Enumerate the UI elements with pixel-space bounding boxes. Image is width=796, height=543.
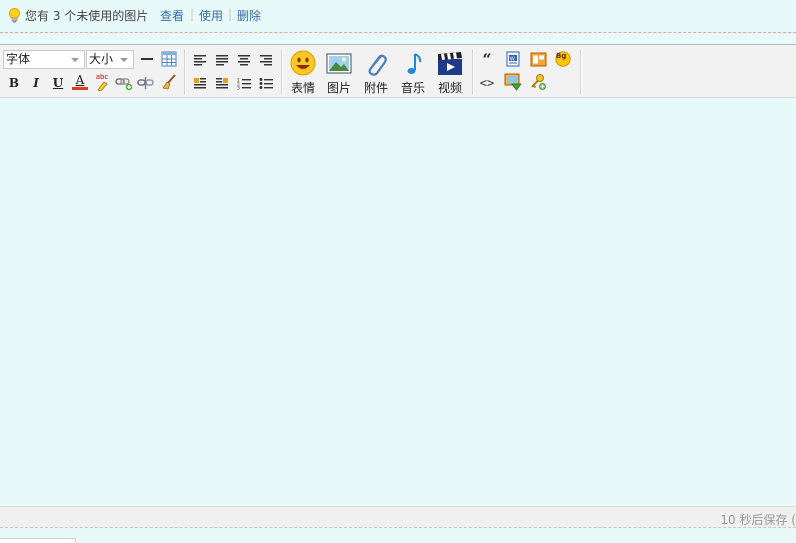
image-download-icon [504,73,522,91]
table-icon [161,51,177,67]
ordered-list-icon: 1 2 3 [237,77,251,90]
highlight-label: abc [95,73,109,81]
font-family-value: 字体 [6,52,31,66]
justify-button[interactable] [213,51,231,69]
clear-format-button[interactable] [160,73,178,91]
music-label: 音乐 [400,81,425,95]
emoji-button[interactable]: 表情 [286,50,320,96]
use-link[interactable]: 使用 [199,7,223,24]
toolbar-separator [281,49,283,95]
view-link[interactable]: 查看 [160,7,184,24]
float-left-button[interactable] [191,74,209,92]
smiley-icon [290,50,316,76]
chevron-down-icon [120,58,128,62]
font-color-button[interactable]: A [71,73,89,91]
insert-box-button[interactable] [529,50,547,68]
download-image-button[interactable] [504,73,522,91]
image-icon [326,53,352,74]
horizontal-rule-icon [141,58,153,60]
box-icon [530,52,546,66]
align-left-button[interactable] [191,51,209,69]
align-center-button[interactable] [235,51,253,69]
brush-icon [162,74,176,90]
video-button[interactable]: 视频 [433,50,467,96]
float-left-icon [194,78,206,89]
justify-icon [216,55,228,66]
unordered-list-icon [259,77,273,89]
ordered-list-button[interactable]: 1 2 3 [235,74,253,92]
editor-status-bar: 10 秒后保存 ( [0,506,796,528]
float-right-icon [216,78,228,89]
image-label: 图片 [326,81,351,95]
unlink-icon [137,77,154,89]
notice-message: 您有 3 个未使用的图片 [25,9,149,23]
highlight-button[interactable]: abc [93,73,111,91]
align-right-icon [260,55,272,66]
toolbar-separator [580,49,582,95]
font-size-select[interactable]: 大小 [86,50,134,69]
unused-images-notice: 您有 3 个未使用的图片 查看 | 使用 | 删除 [0,0,796,33]
font-color-label: A [75,73,85,87]
link-icon [115,78,133,91]
underline-button[interactable]: U [49,74,67,92]
table-button[interactable] [160,50,178,68]
svg-text:W: W [510,56,516,62]
align-left-icon [194,55,206,66]
emoji-label: 表情 [290,81,315,95]
delete-link[interactable]: 删除 [237,7,261,24]
quote-button[interactable]: “ [478,50,496,69]
key-add-icon [531,74,547,91]
float-right-button[interactable] [213,74,231,92]
font-color-swatch [72,87,88,90]
background-color-button[interactable]: Bg [554,50,572,68]
editor-toolbar: 字体 大小 B I U A abc 1 2 3 表情 图片 附件 音乐 视频 “… [0,44,796,98]
word-paste-button[interactable]: W [504,50,522,68]
bottom-tab[interactable] [0,538,76,543]
separator: | [190,7,195,21]
marker-icon [97,81,108,91]
music-note-icon [407,53,422,74]
toolbar-separator [184,49,186,95]
align-right-button[interactable] [257,51,275,69]
svg-text:3: 3 [237,85,240,90]
unordered-list-button[interactable] [257,74,275,92]
clapperboard-icon [438,52,462,75]
lightbulb-icon [8,8,21,23]
image-button[interactable]: 图片 [322,50,356,96]
chevron-down-icon [71,58,79,62]
insert-link-button[interactable] [115,74,133,92]
attachment-button[interactable]: 附件 [359,50,393,96]
word-doc-icon: W [506,51,520,67]
password-button[interactable] [529,73,547,91]
code-button[interactable]: <> [478,74,496,92]
font-family-select[interactable]: 字体 [3,50,85,69]
video-label: 视频 [437,81,462,95]
music-button[interactable]: 音乐 [396,50,430,96]
unlink-button[interactable] [137,74,155,92]
editor-content-area[interactable] [0,98,796,506]
attachment-label: 附件 [363,81,388,95]
toolbar-separator [472,49,474,95]
bold-button[interactable]: B [5,74,23,92]
horizontal-rule-button[interactable] [138,50,156,68]
font-size-value: 大小 [89,52,114,66]
paperclip-icon [368,54,387,76]
italic-button[interactable]: I [27,74,45,92]
separator: | [228,7,233,21]
align-center-icon [238,55,250,66]
bg-color-label: Bg [556,52,567,60]
autosave-countdown: 10 秒后保存 ( [720,513,796,527]
